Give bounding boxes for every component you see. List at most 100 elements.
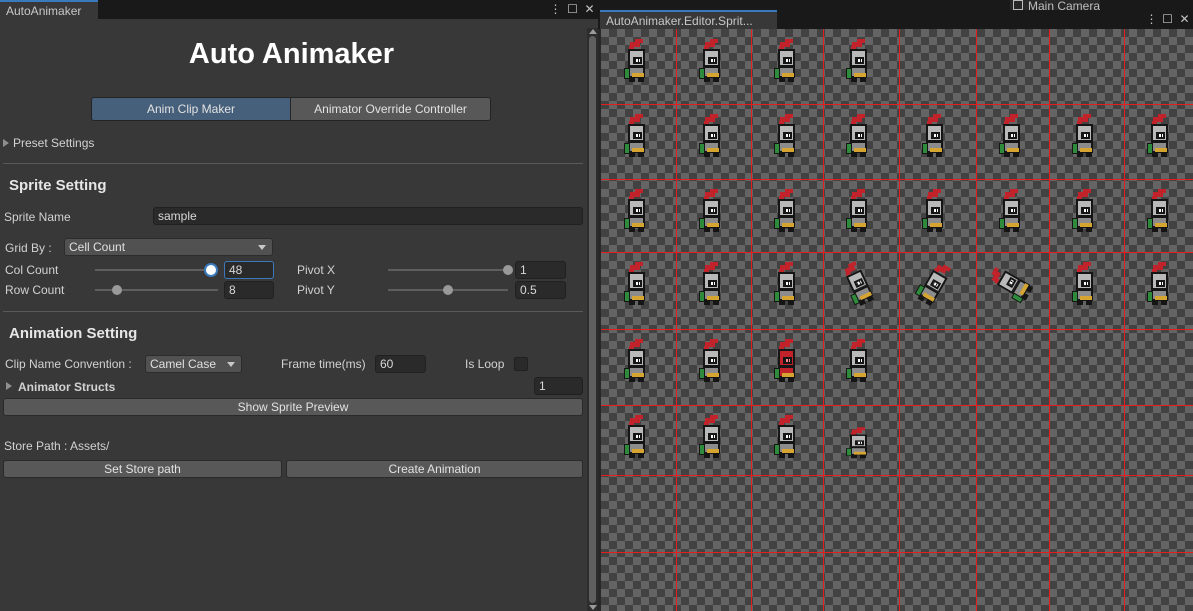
col-count-slider[interactable] [95, 269, 218, 271]
grid-line-vertical [976, 29, 977, 611]
sprite-frame-idle [771, 414, 801, 459]
clip-name-convention-dropdown[interactable]: Camel Case [145, 355, 242, 373]
sprite-preview-window: Main Camera AutoAnimaker.Editor.Sprit...… [598, 0, 1193, 611]
pivot-y-input[interactable]: 0.5 [515, 281, 566, 299]
sprite-part [779, 151, 785, 157]
preset-settings-foldout[interactable]: Preset Settings [13, 136, 94, 150]
sprite-part [778, 48, 795, 67]
grid-line-horizontal [601, 104, 1193, 105]
preset-settings-foldout-icon[interactable] [3, 139, 9, 147]
sprite-part [708, 206, 717, 214]
animator-structs-foldout-icon[interactable] [6, 382, 12, 390]
sprite-name-input[interactable]: sample [153, 207, 583, 225]
is-loop-checkbox[interactable] [514, 357, 528, 371]
sprite-part [703, 198, 720, 217]
sprite-part [713, 299, 719, 305]
row-count-slider-thumb[interactable] [112, 285, 123, 295]
sprite-frame-run [996, 113, 1026, 158]
sprite-part [1076, 271, 1093, 290]
col-count-input[interactable]: 48 [224, 261, 274, 279]
sprite-part [850, 198, 867, 217]
tab-auto-animaker[interactable]: AutoAnimaker [0, 0, 98, 19]
sprite-part [778, 424, 795, 443]
pivot-x-input[interactable]: 1 [515, 261, 566, 279]
create-animation-button[interactable]: Create Animation [286, 460, 583, 478]
sprite-part [629, 151, 635, 157]
sprite-part [936, 151, 942, 157]
sprite-part [628, 348, 645, 367]
sprite-frame-attack [1144, 261, 1174, 306]
sprite-part [783, 206, 792, 214]
tab-anim-clip-maker[interactable]: Anim Clip Maker [91, 97, 291, 121]
pivot-x-slider[interactable] [388, 269, 508, 271]
sprite-part [1151, 271, 1168, 290]
sprite-part [629, 226, 635, 232]
scroll-down-icon[interactable] [589, 605, 597, 610]
sprite-part [1077, 299, 1083, 305]
col-count-slider-thumb[interactable] [205, 265, 216, 275]
clip-name-convention-value: Camel Case [150, 357, 217, 371]
sprite-part [855, 56, 864, 64]
sprite-part [851, 76, 857, 82]
show-sprite-preview-button[interactable]: Show Sprite Preview [3, 398, 583, 416]
scroll-up-icon[interactable] [589, 29, 597, 34]
sprite-part [778, 198, 795, 217]
frame-time-input[interactable]: 60 [375, 355, 426, 373]
sprite-part [1152, 151, 1158, 157]
vertical-scrollbar[interactable] [587, 28, 598, 611]
tab-main-camera-label: Main Camera [1028, 0, 1101, 10]
pivot-y-label: Pivot Y [297, 283, 335, 297]
kebab-menu-icon[interactable]: ⋮ [549, 2, 562, 16]
sprite-frame-run [621, 113, 651, 158]
sprite-part [1003, 123, 1020, 142]
sprite-part [855, 356, 864, 364]
sprite-part [926, 198, 943, 217]
row-count-input[interactable]: 8 [224, 281, 274, 299]
sprite-frame-run [1069, 113, 1099, 158]
sprite-frame-walk [771, 188, 801, 233]
sprite-part [788, 376, 794, 382]
sprite-part [850, 434, 867, 447]
sprite-frame-idle [696, 38, 726, 83]
sprite-part [713, 226, 719, 232]
sprite-frame-idle [621, 38, 651, 83]
grid-line-vertical [1049, 29, 1050, 611]
close-icon[interactable]: ✕ [1178, 12, 1191, 26]
sprite-frame-idle [621, 338, 651, 383]
sprite-part [704, 452, 710, 458]
sprite-part [1077, 151, 1083, 157]
is-loop-label: Is Loop [465, 357, 505, 371]
animator-structs-count-input[interactable]: 1 [534, 377, 583, 395]
sprite-setting-header: Sprite Setting [9, 177, 107, 194]
sprite-sheet-preview[interactable] [601, 29, 1193, 611]
sprite-part [1004, 151, 1010, 157]
scrollbar-thumb[interactable] [589, 36, 596, 603]
pivot-y-slider-thumb[interactable] [443, 285, 453, 295]
kebab-menu-icon[interactable]: ⋮ [1145, 12, 1158, 26]
frame-time-label: Frame time(ms) [281, 357, 366, 371]
sprite-part [703, 271, 720, 290]
animator-structs-foldout[interactable]: Animator Structs [18, 380, 115, 394]
sprite-part [779, 376, 785, 382]
sprite-frame-crouch [843, 426, 873, 459]
tab-sprite-preview[interactable]: AutoAnimaker.Editor.Sprit... [600, 10, 777, 29]
pivot-x-slider-thumb[interactable] [503, 265, 513, 275]
close-icon[interactable]: ✕ [583, 2, 596, 16]
sprite-part [779, 452, 785, 458]
sprite-frame-run [919, 113, 949, 158]
sprite-frame-walk [696, 188, 726, 233]
set-store-path-button[interactable]: Set Store path [3, 460, 282, 478]
right-tab-bar: Main Camera AutoAnimaker.Editor.Sprit...… [598, 0, 1193, 29]
maximize-icon[interactable]: ☐ [566, 2, 579, 16]
maximize-icon[interactable]: ☐ [1161, 12, 1174, 26]
sprite-part [783, 356, 792, 364]
tab-main-camera[interactable]: Main Camera [1010, 0, 1101, 10]
tab-animator-override-controller[interactable]: Animator Override Controller [290, 97, 491, 121]
sprite-part [1077, 226, 1083, 232]
sprite-part [788, 452, 794, 458]
sprite-name-label: Sprite Name [4, 210, 71, 224]
grid-by-dropdown[interactable]: Cell Count [64, 238, 273, 256]
sprite-part [628, 48, 645, 67]
grid-line-vertical [823, 29, 824, 611]
sprite-part [931, 131, 940, 139]
